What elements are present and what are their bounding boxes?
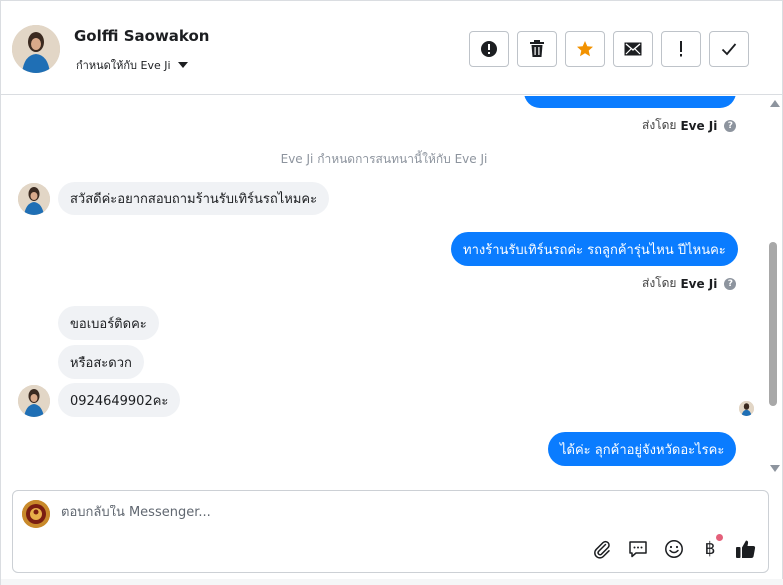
saved-replies-button[interactable] xyxy=(627,538,649,560)
baht-icon: ฿ xyxy=(704,539,716,559)
delete-button[interactable] xyxy=(517,31,557,67)
scroll-down-arrow-icon[interactable] xyxy=(770,465,780,472)
message-bubble[interactable]: ได้ค่ะ ลุกค้าอยู่จังหวัดอะไรคะ xyxy=(548,432,737,466)
message-bubble[interactable]: ขอเบอร์ติดคะ xyxy=(58,306,159,340)
thumbs-up-icon xyxy=(736,540,756,558)
conversation-actions xyxy=(469,31,749,67)
sent-by-name[interactable]: Eve Ji xyxy=(680,277,717,291)
smiley-icon xyxy=(665,540,683,558)
sent-by-label: ส่งโดย Eve Ji ? xyxy=(642,274,737,293)
contact-avatar-small xyxy=(18,385,50,417)
conversation-header: Golffi Saowakon กำหนดให้กับ Eve Ji xyxy=(1,1,782,95)
contact-avatar-small xyxy=(18,183,50,215)
trash-icon xyxy=(530,40,544,57)
paperclip-icon xyxy=(594,540,610,559)
composer-tools: ฿ xyxy=(591,534,757,560)
assign-label: กำหนดให้กับ Eve Ji xyxy=(76,59,171,72)
assign-dropdown[interactable]: กำหนดให้กับ Eve Ji xyxy=(76,56,188,74)
message-thread: ส่งโดย Eve Ji ? Eve Ji กำหนดการสนทนานี้ใ… xyxy=(1,96,767,480)
spam-button[interactable] xyxy=(469,31,509,67)
like-button[interactable] xyxy=(735,538,757,560)
emoji-button[interactable] xyxy=(663,538,685,560)
message-bubble[interactable]: หรือสะดวก xyxy=(58,345,144,379)
assignment-notice: Eve Ji กำหนดการสนทนานี้ให้กับ Eve Ji xyxy=(280,152,488,166)
chevron-down-icon xyxy=(177,62,188,68)
help-icon[interactable]: ? xyxy=(724,277,737,290)
sent-by-prefix: ส่งโดย xyxy=(642,276,677,290)
star-icon xyxy=(577,41,593,57)
exclamation-icon xyxy=(680,41,682,57)
contact-avatar[interactable] xyxy=(12,25,60,73)
bottom-edge xyxy=(1,579,783,585)
sent-by-prefix: ส่งโดย xyxy=(642,118,677,132)
seen-receipt-avatar xyxy=(739,401,754,416)
reply-input[interactable] xyxy=(61,505,581,520)
attach-button[interactable] xyxy=(591,538,613,560)
page-avatar xyxy=(22,500,50,528)
message-bubble[interactable]: สวัสดีค่ะอยากสอบถามร้านรับเทิร์นรถไหมคะ xyxy=(58,182,330,215)
message-bubble[interactable]: ทางร้านรับเทิร์นรถค่ะ รถลูกค้ารุ่นไหน ปี… xyxy=(451,232,738,266)
outgoing-bubble-partial xyxy=(524,96,736,108)
scroll-up-arrow-icon[interactable] xyxy=(770,100,780,107)
star-button[interactable] xyxy=(565,31,605,67)
scrollbar-thumb[interactable] xyxy=(769,242,777,406)
contact-name[interactable]: Golffi Saowakon xyxy=(74,27,209,45)
envelope-icon xyxy=(624,42,642,56)
notification-dot xyxy=(716,534,723,541)
checkmark-icon xyxy=(721,43,737,56)
help-icon[interactable]: ? xyxy=(724,119,737,132)
inbox-conversation-panel: Golffi Saowakon กำหนดให้กับ Eve Ji ส่งโด… xyxy=(0,0,783,585)
mark-unread-button[interactable] xyxy=(613,31,653,67)
sent-by-label: ส่งโดย Eve Ji ? xyxy=(642,116,737,135)
chat-bubble-icon xyxy=(629,541,647,558)
payment-button[interactable]: ฿ xyxy=(699,534,723,560)
alert-circle-icon xyxy=(481,41,497,57)
thread-scrollbar[interactable] xyxy=(767,96,782,480)
mark-done-button[interactable] xyxy=(709,31,749,67)
reply-composer: ฿ xyxy=(12,490,769,573)
follow-up-button[interactable] xyxy=(661,31,701,67)
message-bubble[interactable]: 0924649902คะ xyxy=(58,383,181,417)
sent-by-name[interactable]: Eve Ji xyxy=(680,119,717,133)
